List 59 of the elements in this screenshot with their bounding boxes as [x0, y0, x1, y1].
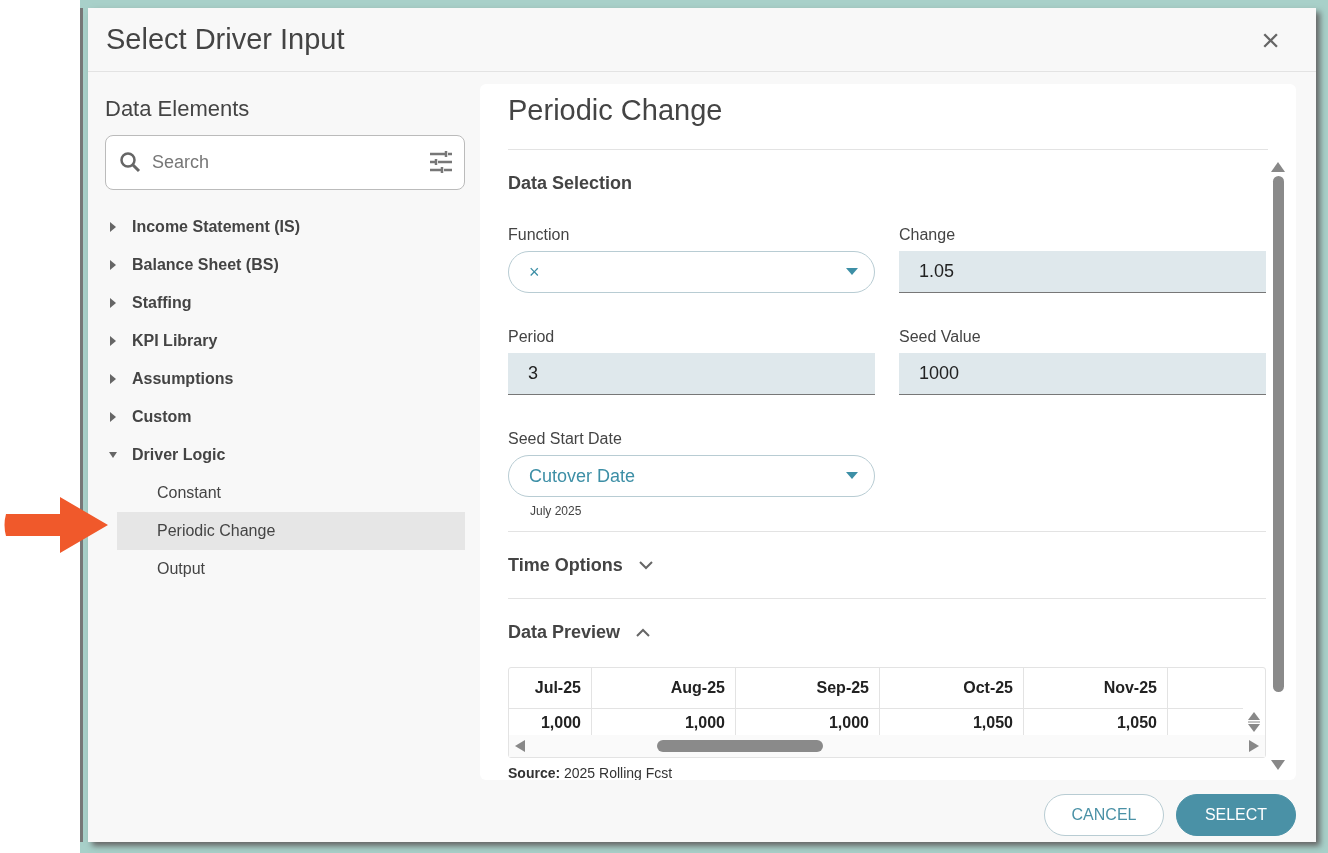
- caret-icon: [109, 222, 117, 232]
- scroll-up-icon[interactable]: [1271, 162, 1285, 172]
- caret-icon: [109, 450, 117, 460]
- caret-icon: [109, 412, 117, 422]
- scrollbar-thumb[interactable]: [657, 740, 823, 752]
- close-button[interactable]: ×: [1261, 23, 1280, 56]
- caret-icon: [846, 268, 858, 276]
- caret-icon: [109, 374, 117, 384]
- chevron-icon: [638, 560, 653, 570]
- scroll-right-icon[interactable]: [1249, 740, 1259, 752]
- column-header: Aug-25: [592, 668, 736, 708]
- column-header: Jul-25: [509, 668, 592, 708]
- field-label: Seed Start Date: [508, 431, 623, 447]
- column-header: Sep-25: [736, 668, 880, 708]
- scroll-left-icon[interactable]: [515, 740, 525, 752]
- panel-title: Periodic Change: [508, 92, 723, 128]
- tree-item[interactable]: Income Statement (IS): [105, 208, 465, 246]
- field-label: Function: [508, 227, 571, 243]
- tree-item[interactable]: Output: [117, 550, 465, 588]
- column-header: Nov-25: [1024, 668, 1168, 708]
- arrow-icon: [2, 494, 110, 556]
- search-icon: [119, 151, 141, 173]
- dropdown[interactable]: Cutover Date: [508, 455, 875, 497]
- source-text: Source: 2025 Rolling Fcst: [508, 766, 674, 780]
- cancel-button[interactable]: CANCEL: [1044, 794, 1164, 836]
- field-label: Change: [899, 227, 957, 243]
- select-button[interactable]: SELECT: [1176, 794, 1296, 836]
- scroll-down-icon[interactable]: [1271, 760, 1285, 770]
- sidebar-title: Data Elements: [105, 95, 251, 123]
- caret-icon: [109, 298, 117, 308]
- tree-item[interactable]: Staffing: [105, 284, 465, 322]
- horizontal-scrollbar[interactable]: [509, 735, 1265, 757]
- caret-icon: [846, 472, 858, 480]
- tree-item[interactable]: Balance Sheet (BS): [105, 246, 465, 284]
- search-field[interactable]: Search: [105, 135, 465, 190]
- sliders-icon[interactable]: [429, 151, 453, 173]
- hint-text: July 2025: [530, 505, 583, 517]
- tree-item[interactable]: Custom: [105, 398, 465, 436]
- column-header: Oct-25: [880, 668, 1024, 708]
- input-field[interactable]: 1.05: [899, 251, 1266, 293]
- tree-item[interactable]: KPI Library: [105, 322, 465, 360]
- tree-item[interactable]: Periodic Change: [117, 512, 465, 550]
- field-label: Seed Value: [899, 329, 982, 345]
- field-label: Period: [508, 329, 556, 345]
- section-toggle[interactable]: Time Options: [508, 554, 653, 576]
- dialog-title: Select Driver Input: [106, 21, 345, 57]
- caret-icon: [109, 260, 117, 270]
- tree-item[interactable]: Constant: [117, 474, 465, 512]
- section-toggle[interactable]: Data Preview: [508, 621, 651, 643]
- input-field[interactable]: 1000: [899, 353, 1266, 395]
- tree-item[interactable]: Assumptions: [105, 360, 465, 398]
- caret-icon: [109, 336, 117, 346]
- dropdown[interactable]: ×: [508, 251, 875, 293]
- scroll-arrows-icon[interactable]: [1247, 711, 1261, 733]
- section-title: Data Selection: [508, 172, 634, 194]
- scrollbar-thumb[interactable]: [1272, 176, 1284, 692]
- tree-item[interactable]: Driver Logic: [105, 436, 465, 474]
- chevron-icon: [636, 627, 651, 637]
- input-field[interactable]: 3: [508, 353, 875, 395]
